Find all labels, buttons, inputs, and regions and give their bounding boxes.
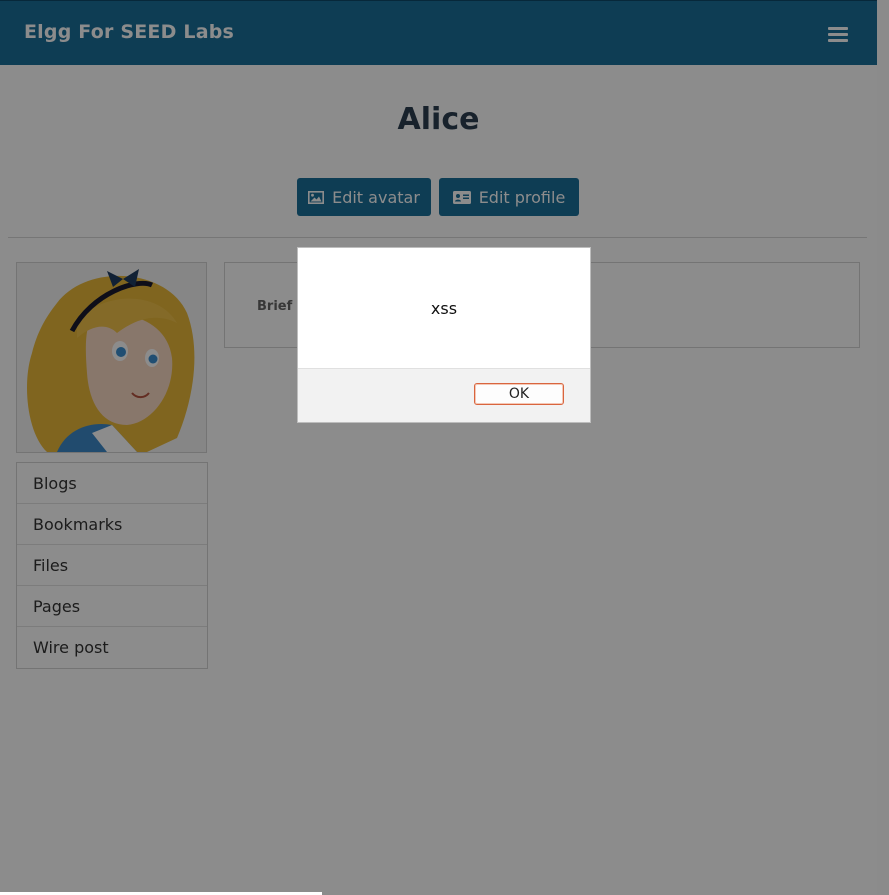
ok-button[interactable]: OK xyxy=(474,383,564,405)
modal-overlay xyxy=(0,0,877,895)
scrollbar[interactable] xyxy=(877,0,889,895)
alert-footer: OK xyxy=(298,368,590,422)
alert-message: xss xyxy=(430,299,458,318)
alert-dialog: xss OK xyxy=(297,247,591,423)
